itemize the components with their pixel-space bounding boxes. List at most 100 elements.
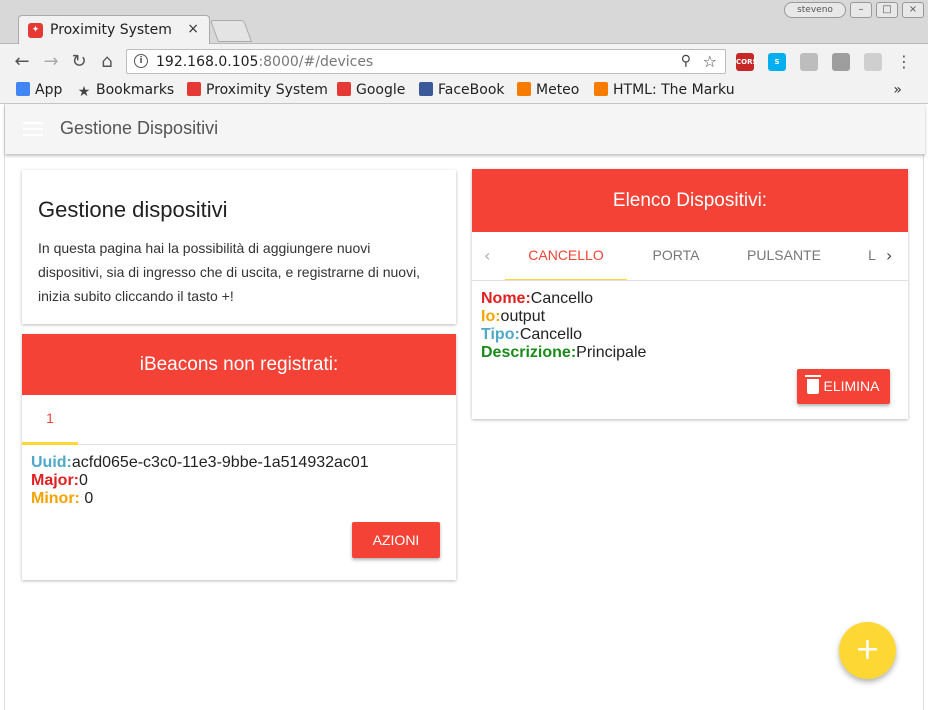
hamburger-menu-icon[interactable] [23, 122, 43, 136]
devices-tabbar: ‹ CANCELLO PORTA PULSANTE L › [472, 232, 908, 281]
uuid-value: acfd065e-c3c0-11e3-9bbe-1a514932ac01 [71, 454, 369, 471]
reload-icon[interactable]: ↻ [68, 51, 90, 72]
menu-icon[interactable]: ⋮ [896, 52, 912, 71]
device-io: Io:output [481, 308, 646, 326]
bookmark-item[interactable]: FaceBook [419, 82, 505, 98]
elimina-button[interactable]: ELIMINA [797, 369, 890, 404]
bookmark-item[interactable]: HTML: The Marku [594, 82, 735, 98]
bookmark-item[interactable]: Google [337, 82, 405, 98]
url-path: :8000/#/devices [258, 54, 374, 70]
facebook-icon [419, 82, 433, 96]
beacon-major: Major:0 [31, 472, 369, 490]
home-icon[interactable]: ⌂ [96, 51, 118, 72]
browser-tab[interactable]: ✦ Proximity System × [18, 15, 210, 45]
tabs-prev-chevron-icon[interactable]: ‹ [484, 246, 490, 265]
beacon-tab-1[interactable]: 1 [22, 395, 78, 445]
forward-arrow-icon[interactable]: → [40, 51, 62, 72]
proximity-favicon [187, 82, 201, 96]
tipo-label: Tipo: [481, 326, 520, 343]
maximize-icon[interactable]: □ [876, 2, 898, 18]
bookmark-label: Proximity System [206, 82, 328, 98]
nome-label: Nome: [481, 290, 531, 307]
device-tab-pulsante[interactable]: PULSANTE [725, 232, 843, 280]
devices-card-header: Elenco Dispositivi: [472, 169, 908, 232]
page-title: Gestione Dispositivi [60, 118, 219, 138]
intro-card-text: In questa pagina hai la possibilità di a… [38, 240, 421, 304]
minor-label: Minor: [31, 490, 80, 507]
device-details: Nome:Cancello Io:output Tipo:Cancello De… [481, 290, 646, 362]
bookmark-item[interactable]: ★ Bookmarks [77, 82, 175, 100]
camera-extension-icon[interactable] [800, 53, 818, 71]
uuid-label: Uuid: [31, 454, 72, 471]
url-host: 192.168.0.105 [156, 54, 259, 70]
window-controls: steveno – □ × [784, 2, 924, 18]
intro-card-title: Gestione dispositivi [38, 197, 228, 222]
cors-extension-icon[interactable]: CORS [736, 53, 758, 71]
intro-card: Gestione dispositivi In questa pagina ha… [22, 170, 456, 324]
new-tab-button[interactable] [209, 20, 253, 42]
star-icon: ★ [77, 84, 91, 100]
browser-toolbar: ← → ↻ ⌂ i 192.168.0.105:8000/#/devices ⚲… [0, 44, 928, 78]
bookmarks-bar: App ★ Bookmarks Proximity System Google FaceB… [0, 78, 928, 104]
bookmark-label: HTML: The Marku [613, 82, 735, 98]
nome-value: Cancello [530, 290, 594, 307]
proximity-favicon-icon: ✦ [28, 23, 43, 38]
device-tab-partial[interactable]: L [860, 232, 884, 280]
beacon-details: Uuid:acfd065e-c3c0-11e3-9bbe-1a514932ac0… [31, 454, 369, 508]
close-tab-icon[interactable]: × [187, 21, 199, 37]
beacons-tabbar: 1 [22, 395, 456, 445]
bookmark-label: App [35, 82, 63, 98]
io-value: output [500, 308, 546, 325]
address-bar[interactable]: i 192.168.0.105:8000/#/devices ⚲ ☆ [126, 49, 726, 74]
url-text[interactable]: 192.168.0.105:8000/#/devices [156, 54, 373, 70]
minimize-icon[interactable]: – [850, 2, 872, 18]
bookmark-item[interactable]: App [16, 82, 62, 98]
add-device-fab[interactable]: + [839, 622, 896, 679]
bookmark-item[interactable]: Proximity System [187, 82, 328, 98]
profile-button[interactable]: steveno [784, 2, 846, 18]
device-tab-cancello[interactable]: CANCELLO [505, 232, 627, 280]
tabs-next-chevron-icon[interactable]: › [886, 246, 892, 265]
google-icon [337, 82, 351, 96]
bookmarks-more-icon[interactable]: » [893, 82, 902, 98]
beacon-minor: Minor: 0 [31, 490, 369, 508]
bookmark-star-icon[interactable]: ☆ [703, 52, 717, 71]
device-descrizione: Descrizione:Principale [481, 344, 646, 362]
app-root: Gestione Dispositivi Gestione dispositiv… [4, 104, 925, 710]
io-label: Io: [481, 308, 501, 325]
bookmark-label: Meteo [536, 82, 580, 98]
info-icon[interactable]: i [134, 54, 148, 68]
browser-tabstrip: ✦ Proximity System × steveno – □ × [0, 0, 928, 45]
descrizione-value: Principale [576, 344, 647, 361]
w3schools-icon [594, 82, 608, 96]
device-tipo: Tipo:Cancello [481, 326, 646, 344]
beacons-card-header: iBeacons non registrati: [22, 334, 456, 395]
elimina-label: ELIMINA [823, 378, 880, 394]
trash-icon [805, 375, 822, 394]
beacon-uuid: Uuid:acfd065e-c3c0-11e3-9bbe-1a514932ac0… [31, 454, 369, 472]
key-icon[interactable]: ⚲ [681, 53, 691, 69]
bookmark-label: FaceBook [438, 82, 505, 98]
back-arrow-icon[interactable]: ← [11, 51, 33, 72]
app-bar: Gestione Dispositivi [5, 104, 925, 154]
azioni-button[interactable]: AZIONI [352, 522, 440, 558]
apps-grid-icon [16, 82, 30, 96]
skype-extension-icon[interactable]: S [768, 53, 786, 71]
minor-value: 0 [79, 490, 94, 507]
major-value: 0 [79, 472, 88, 489]
target-extension-icon[interactable] [864, 53, 882, 71]
shield-extension-icon[interactable] [832, 53, 850, 71]
bookmark-label: Google [356, 82, 406, 98]
meteo-icon [517, 82, 531, 96]
major-label: Major: [31, 472, 79, 489]
bookmark-item[interactable]: Meteo [517, 82, 579, 98]
device-nome: Nome:Cancello [481, 290, 646, 308]
beacons-card: iBeacons non registrati: 1 Uuid:acfd065e… [22, 334, 456, 580]
device-tab-porta[interactable]: PORTA [627, 232, 725, 280]
browser-tab-title: Proximity System [50, 22, 172, 38]
close-window-icon[interactable]: × [902, 2, 924, 18]
descrizione-label: Descrizione: [481, 344, 577, 361]
tipo-value: Cancello [519, 326, 583, 343]
bookmark-label: Bookmarks [96, 82, 175, 98]
devices-card: Elenco Dispositivi: ‹ CANCELLO PORTA PUL… [472, 169, 908, 419]
